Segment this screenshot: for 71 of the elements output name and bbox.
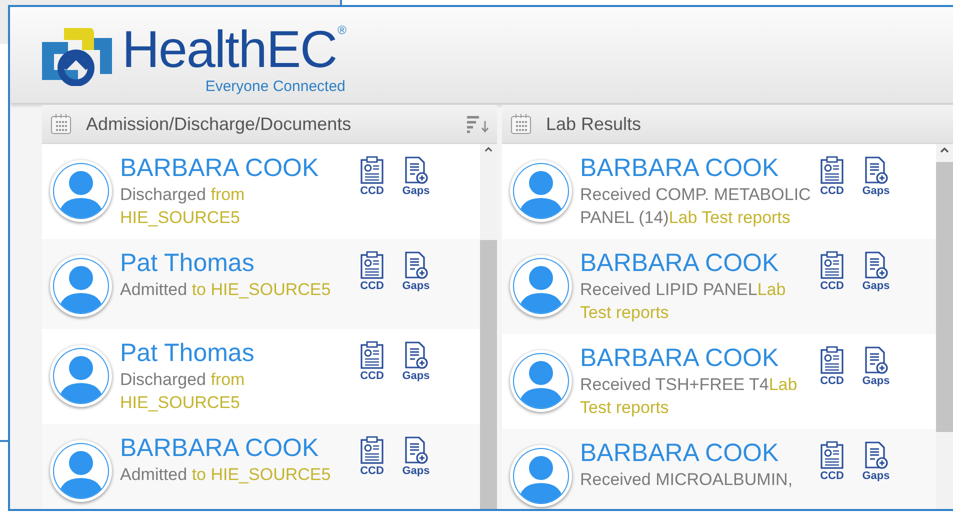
document-plus-icon — [404, 251, 428, 279]
clipboard-icon — [360, 436, 384, 464]
document-plus-icon — [864, 441, 888, 469]
avatar-icon — [510, 255, 572, 317]
event-description: Discharged from HIE_SOURCE5 — [120, 369, 246, 414]
document-plus-icon — [864, 156, 888, 184]
scrollbar-thumb[interactable] — [936, 162, 953, 432]
event-description: Discharged from HIE_SOURCE5 — [120, 184, 246, 229]
avatar-icon — [50, 440, 112, 502]
document-plus-icon — [404, 156, 428, 184]
document-plus-icon — [404, 341, 428, 369]
avatar-icon — [50, 345, 112, 407]
document-plus-icon — [864, 346, 888, 374]
event-description: Received TSH+FREE T4Lab Test reports — [580, 374, 798, 419]
event-description: Admitted to HIE_SOURCE5 — [120, 279, 332, 301]
ccd-button[interactable]: CCD — [816, 251, 848, 292]
clipboard-icon — [820, 346, 844, 374]
patient-name: BARBARA COOK — [120, 434, 320, 463]
avatar-icon — [50, 160, 112, 222]
ccd-button[interactable]: CCD — [816, 156, 848, 197]
patient-name: BARBARA COOK — [580, 249, 780, 278]
calendar-icon — [50, 113, 72, 135]
clipboard-icon — [360, 341, 384, 369]
avatar-icon — [510, 350, 572, 412]
brand-name: HealthEC® — [122, 24, 346, 76]
clipboard-icon — [360, 251, 384, 279]
gaps-button[interactable]: Gaps — [860, 156, 892, 197]
document-plus-icon — [404, 436, 428, 464]
event-description: Received LIPID PANELLab Test reports — [580, 279, 787, 324]
ccd-button[interactable]: CCD — [356, 251, 388, 292]
gaps-button[interactable]: Gaps — [860, 346, 892, 387]
panel-title: Admission/Discharge/Documents — [86, 114, 352, 134]
gaps-button[interactable]: Gaps — [400, 251, 432, 292]
clipboard-icon — [820, 156, 844, 184]
ccd-button[interactable]: CCD — [356, 341, 388, 382]
patient-name: BARBARA COOK — [580, 154, 780, 183]
patient-row[interactable]: BARBARA COOK Received LIPID PANELLab Test reports CCD Gaps — [502, 239, 936, 334]
calendar-icon — [510, 113, 532, 135]
clipboard-icon — [360, 156, 384, 184]
ccd-button[interactable]: CCD — [356, 436, 388, 477]
ccd-button[interactable]: CCD — [816, 346, 848, 387]
event-description: Admitted to HIE_SOURCE5 — [120, 464, 332, 486]
gaps-button[interactable]: Gaps — [400, 341, 432, 382]
brand-tagline: Everyone Connected — [205, 78, 346, 94]
document-plus-icon — [864, 251, 888, 279]
patient-name: BARBARA COOK — [580, 439, 780, 468]
gaps-button[interactable]: Gaps — [860, 441, 892, 482]
patient-name: BARBARA COOK — [580, 344, 780, 373]
patient-row[interactable]: BARBARA COOK Admitted to HIE_SOURCE5 CCD Gaps — [42, 424, 480, 509]
patient-name: Pat Thomas — [120, 339, 256, 368]
gaps-button[interactable]: Gaps — [860, 251, 892, 292]
clipboard-icon — [820, 441, 844, 469]
avatar-icon — [50, 255, 112, 317]
event-description: Received COMP. METABOLIC PANEL (14)Lab Test reports — [580, 184, 812, 229]
sort-icon[interactable] — [467, 115, 489, 133]
avatar-icon — [510, 445, 572, 507]
ccd-button[interactable]: CCD — [816, 441, 848, 482]
patient-name: Pat Thomas — [120, 249, 256, 278]
gaps-button[interactable]: Gaps — [400, 436, 432, 477]
gaps-button[interactable]: Gaps — [400, 156, 432, 197]
patient-row[interactable]: BARBARA COOK Received MICROALBUMIN, CCD Gaps — [502, 429, 936, 509]
scrollbar[interactable] — [936, 144, 953, 509]
patient-row[interactable]: Pat Thomas Admitted to HIE_SOURCE5 CCD Gaps — [42, 239, 480, 329]
scrollbar[interactable] — [480, 144, 497, 509]
scrollbar-thumb[interactable] — [480, 240, 497, 509]
panel-title: Lab Results — [546, 114, 642, 134]
event-description: Received MICROALBUMIN, — [580, 469, 794, 491]
avatar-icon — [510, 160, 572, 222]
clipboard-icon — [820, 251, 844, 279]
ccd-button[interactable]: CCD — [356, 156, 388, 197]
patient-name: BARBARA COOK — [120, 154, 320, 183]
